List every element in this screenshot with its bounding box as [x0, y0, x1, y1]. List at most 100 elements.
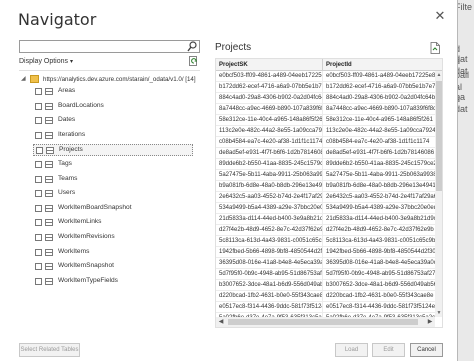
checkbox[interactable]	[35, 277, 42, 285]
checkbox[interactable]	[36, 147, 43, 155]
checkbox[interactable]	[35, 131, 42, 139]
table-row[interactable]: de8ad5ef-e931-4f7f-b6f6-1d2b78146086 de8a…	[216, 148, 435, 159]
tree-item[interactable]: WorkItemRevisions	[33, 232, 193, 244]
table-icon	[45, 248, 53, 256]
cancel-button[interactable]: Cancel	[410, 343, 443, 357]
scrollbar-thumb[interactable]	[436, 81, 442, 191]
table-row[interactable]: e0517ec8-f314-4436-9ddc-581f73f5124e e051…	[216, 302, 435, 313]
expand-triangle-icon[interactable]: ◢	[21, 75, 26, 82]
tree-item[interactable]: WorkItemTypeFields	[33, 276, 193, 288]
table-row[interactable]: 5a27475e-5b11-4aba-9911-25b063a9938d 5a27…	[216, 170, 435, 181]
table-row[interactable]: 534a9499-b5a4-4389-a29e-37bbc20e0edc 534a…	[216, 203, 435, 214]
table-row[interactable]: b3007652-3dce-48a1-b6d9-556d049ab56e b300…	[216, 280, 435, 291]
table-row[interactable]: 89dde6b2-b550-41aa-8835-245c1579ce24 89dd…	[216, 159, 435, 170]
table-row[interactable]: d220bcad-1fb2-4631-b0e0-55f343cae8e d220b…	[216, 291, 435, 302]
tree-item[interactable]: Tags	[33, 159, 193, 171]
table-row[interactable]: 36395d08-016e-41a8-b4e8-4e5eca39a0c2 3639…	[216, 258, 435, 269]
checkbox[interactable]	[35, 175, 42, 183]
table-row[interactable]: b172dd62-ecef-4716-a6a9-07bb5e1b7e74 b172…	[216, 82, 435, 93]
checkbox[interactable]	[35, 88, 42, 95]
cell-projectsk: 5c8113ca-613d-4a43-9831-c0051c65c9ba	[216, 236, 323, 247]
cell-projectsk: 113c2e0e-482c-44a2-8e55-1a09cca7924c	[216, 126, 323, 137]
scrollbar-thumb[interactable]	[228, 319, 418, 325]
table-icon	[46, 147, 54, 155]
checkbox[interactable]	[35, 219, 42, 227]
tree-item[interactable]: Projects	[33, 144, 193, 157]
tree-item[interactable]: BoardLocations	[33, 101, 193, 113]
cell-projectid: 113c2e0e-482c-44a2-8e55-1a09cca7924c	[326, 128, 435, 134]
tree-item[interactable]: WorkItemBoardSnapshot	[33, 203, 193, 215]
checkbox[interactable]	[35, 161, 42, 168]
cell-projectid: b3007652-3dce-48a1-b6d9-556d049ab56e	[326, 282, 435, 288]
table-row[interactable]: 58e312ce-11e-40c4-a965-148a86f5f261 58e31…	[216, 115, 435, 126]
export-icon[interactable]	[430, 42, 440, 54]
cell-projectid: 21d5833a-d114-44ed-b400-3e9a8b21d9c5	[326, 216, 435, 222]
display-options-dropdown[interactable]: Display Options ▾	[19, 58, 73, 65]
scroll-right-icon[interactable]: ▶	[425, 317, 435, 327]
tree-item[interactable]: WorkItemLinks	[33, 217, 193, 229]
vertical-scrollbar[interactable]: ▲ ▼	[435, 71, 442, 317]
table-icon	[45, 277, 53, 285]
search-icon[interactable]	[187, 41, 197, 52]
scroll-up-icon[interactable]: ▲	[435, 71, 442, 79]
tree-item[interactable]: Iterations	[33, 130, 193, 142]
preview-title: Projects	[215, 42, 252, 53]
table-row[interactable]: 1942fbed-5b66-4898-9bf8-4850544d2f30 1942…	[216, 247, 435, 258]
cell-projectid: 8a7448cc-a9ec-4669-b890-107a839f6f8d	[326, 106, 435, 112]
cell-projectsk: 8a7448cc-a9ec-4669-b890-107a839f6f8d	[216, 104, 323, 115]
edit-button[interactable]: Edit	[372, 343, 405, 357]
table-row[interactable]: c08b4584-ea7c-4e20-af38-1d1f1c1174 c08b45…	[216, 137, 435, 148]
table-row[interactable]: 5c8113ca-613d-4a43-9831-c0051c65c9ba 5c81…	[216, 236, 435, 247]
tree-item[interactable]: Users	[33, 188, 193, 200]
table-row[interactable]: 2e6432c5-aa03-4552-b74d-2e4f17af29a6 2e64…	[216, 192, 435, 203]
table-row[interactable]: e0bcf503-ff09-4861-a489-04eeb17225e8 e0bc…	[216, 71, 435, 82]
table-row[interactable]: 113c2e0e-482c-44a2-8e55-1a09cca7924c 113c…	[216, 126, 435, 137]
search-input[interactable]	[19, 40, 200, 53]
table-row[interactable]: d27f4e2b-48d9-4652-8e7c-42d37f62e9b d27f4…	[216, 225, 435, 236]
column-header-projectsk[interactable]: ProjectSK	[216, 59, 323, 71]
tree-item[interactable]: Areas	[33, 86, 193, 98]
checkbox[interactable]	[35, 248, 42, 256]
checkbox[interactable]	[35, 263, 42, 271]
column-header-projectid[interactable]: ProjectId	[323, 59, 435, 71]
table-row[interactable]: 5d7f95f0-0b9c-4948-ab95-51d86753af27 5d7f…	[216, 269, 435, 280]
cell-projectid: e0bcf503-ff09-4861-a489-04eeb17225e8	[326, 73, 435, 79]
table-row[interactable]: 884c4ad0-29a8-4306-b902-0a2d04fc64b8 884c…	[216, 93, 435, 104]
chevron-down-icon: ▾	[70, 59, 74, 65]
refresh-icon[interactable]	[188, 56, 199, 67]
cell-projectsk: b3007652-3dce-48a1-b6d9-556d049ab56e	[216, 280, 323, 291]
tree-item-label: Teams	[58, 174, 78, 182]
checkbox[interactable]	[35, 102, 42, 110]
navigator-tree: ◢ https://analytics.dev.azure.com/starai…	[19, 70, 200, 335]
tree-item-label: WorkItemTypeFields	[58, 276, 118, 284]
table-row[interactable]: 8a7448cc-a9ec-4669-b890-107a839f6f8d 8a74…	[216, 104, 435, 115]
cell-projectsk: 1942fbed-5b66-4898-9bf8-4850544d2f30	[216, 247, 323, 258]
scroll-left-icon[interactable]: ◀	[216, 317, 226, 327]
horizontal-scrollbar[interactable]: ◀ ▶	[216, 317, 435, 327]
cell-projectsk: 21d5833a-d114-44ed-b400-3e9a8b21d9c5	[216, 214, 323, 225]
select-related-tables-button[interactable]: Select Related Tables	[19, 343, 80, 357]
tree-item[interactable]: WorkItems	[33, 247, 193, 259]
table-row[interactable]: b9a081fb-6d8e-48a0-b8db-296e13e4941e b9a0…	[216, 181, 435, 192]
tree-item[interactable]: Dates	[33, 115, 193, 127]
cell-projectsk: c08b4584-ea7c-4e20-af38-1d1f1c1174	[216, 137, 323, 148]
cell-projectsk: d27f4e2b-48d9-4652-8e7c-42d37f62e9b	[216, 225, 323, 236]
checkbox[interactable]	[35, 204, 42, 212]
checkbox[interactable]	[35, 234, 42, 241]
load-button[interactable]: Load	[335, 343, 368, 357]
table-icon	[45, 88, 53, 95]
cell-projectid: 89dde6b2-b550-41aa-8835-245c1579ce24	[326, 161, 435, 167]
checkbox[interactable]	[35, 117, 42, 125]
tree-item-label: Projects	[59, 146, 83, 154]
cell-projectid: 534a9499-b5a4-4389-a29e-37bbc20e0edc	[326, 205, 435, 211]
table-icon	[45, 161, 53, 168]
checkbox[interactable]	[35, 190, 42, 198]
tree-item-label: Tags	[58, 160, 72, 167]
table-row[interactable]: 21d5833a-d114-44ed-b400-3e9a8b21d9c5 21d5…	[216, 214, 435, 225]
tree-item[interactable]: Teams	[33, 174, 193, 186]
table-icon	[45, 131, 53, 139]
tree-item-label: Iterations	[58, 130, 86, 138]
scroll-down-icon[interactable]: ▼	[435, 309, 442, 317]
close-icon[interactable]: ✕	[432, 8, 448, 24]
tree-item[interactable]: WorkItemSnapshot	[33, 261, 193, 273]
